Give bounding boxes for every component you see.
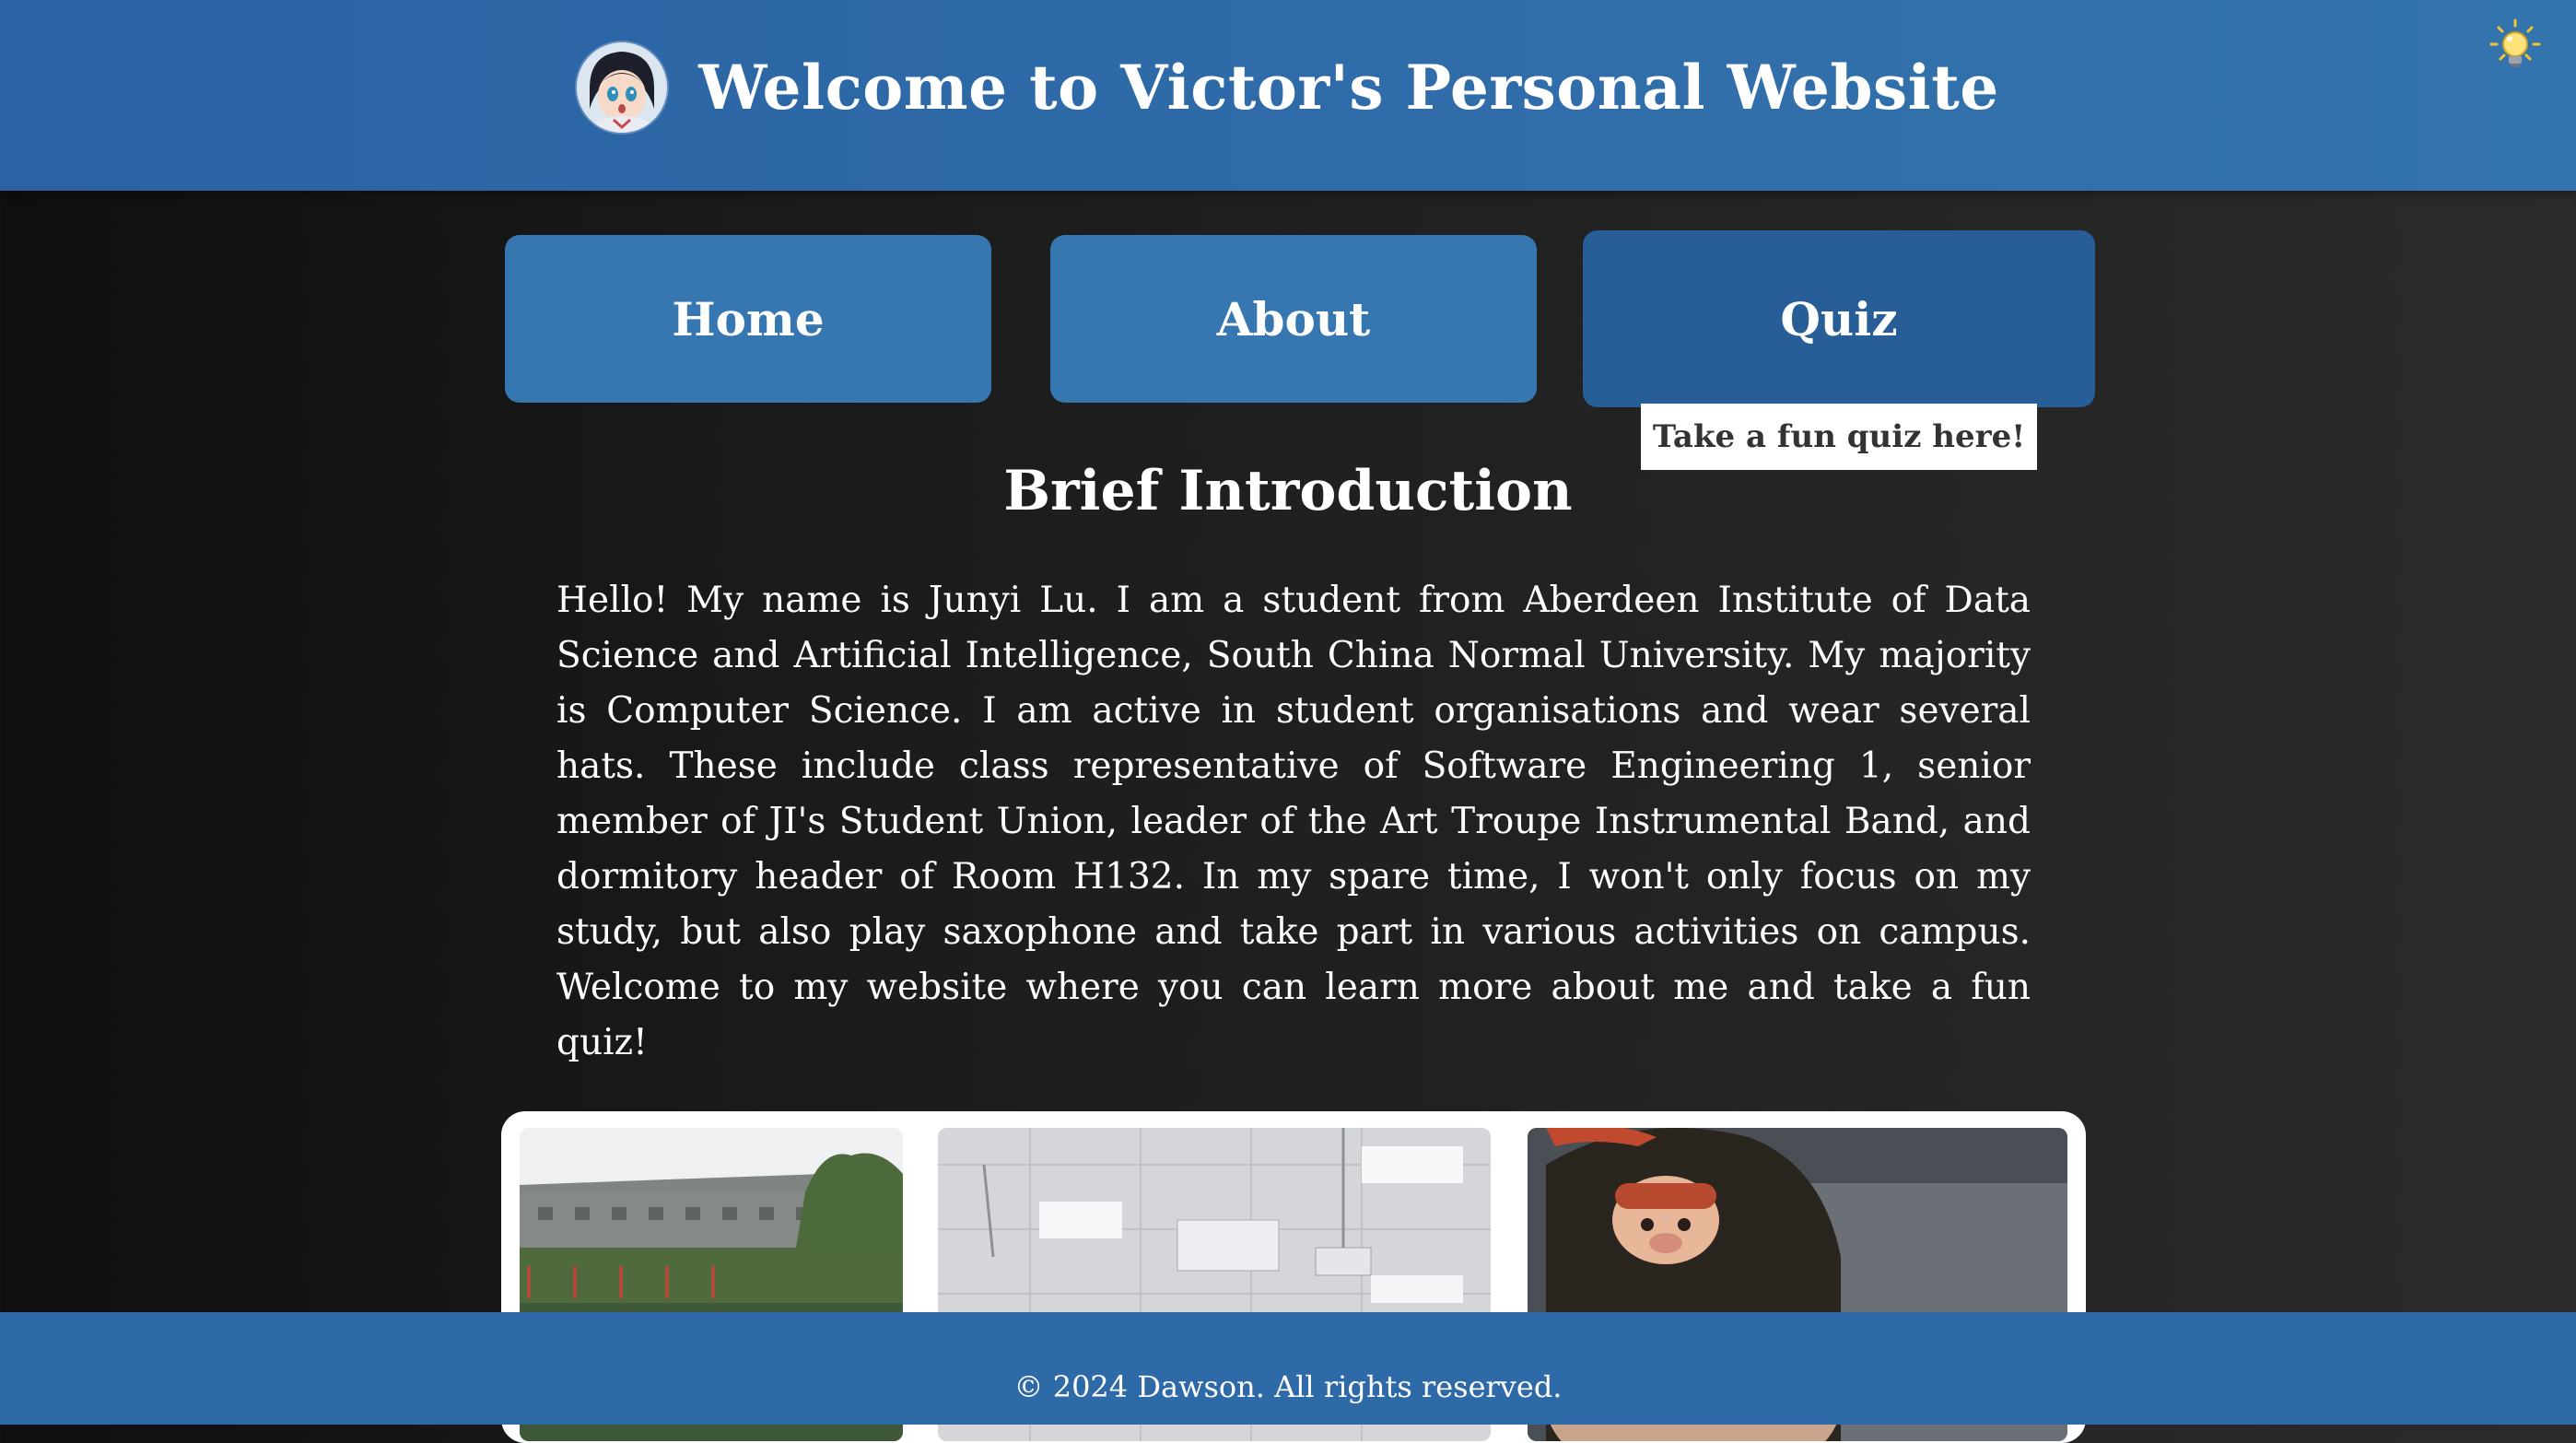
theme-toggle-button[interactable] xyxy=(2488,17,2543,72)
intro-heading: Brief Introduction xyxy=(1003,459,1573,523)
footer-copyright: © 2024 Dawson. All rights reserved. xyxy=(1013,1369,1563,1404)
site-header: Welcome to Victor's Personal Website xyxy=(0,0,2576,191)
nav-home-button[interactable]: Home xyxy=(505,235,991,403)
avatar xyxy=(577,42,668,133)
nav-quiz-button[interactable]: Quiz xyxy=(1583,230,2095,407)
header-inner: Welcome to Victor's Personal Website xyxy=(0,0,2576,175)
anime-girl-avatar-icon xyxy=(577,42,668,133)
site-title: Welcome to Victor's Personal Website xyxy=(698,52,1999,123)
nav-about-button[interactable]: About xyxy=(1050,235,1537,403)
intro-paragraph: Hello! My name is Junyi Lu. I am a stude… xyxy=(556,580,2031,1063)
lightbulb-icon xyxy=(2489,18,2541,67)
site-footer: © 2024 Dawson. All rights reserved. xyxy=(0,1312,2576,1425)
